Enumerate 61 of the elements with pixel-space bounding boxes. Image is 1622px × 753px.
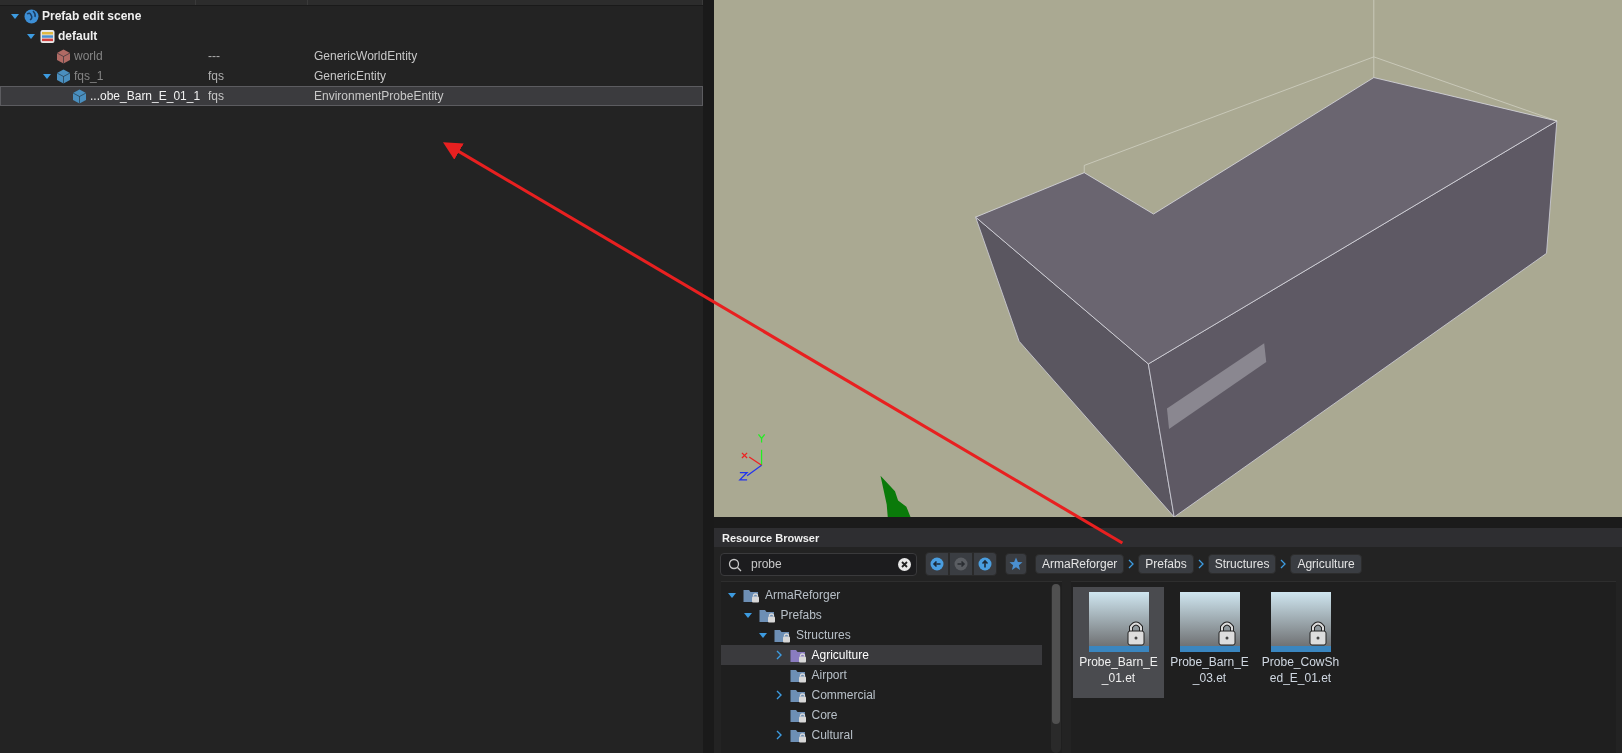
layer-stack-icon (40, 28, 55, 44)
chevron-icon (1279, 559, 1288, 569)
file-tile[interactable]: Probe_CowShed_E_01.et (1255, 587, 1346, 698)
folder-row[interactable]: Structures (721, 625, 1042, 645)
folder-row[interactable]: Prefabs (721, 605, 1042, 625)
folder-name: Commercial (811, 688, 876, 702)
chevron-icon (1127, 559, 1136, 569)
folder-name: Core (811, 708, 838, 722)
hierarchy-row[interactable]: ...obe_Barn_E_01_1 fqs EnvironmentProbeEntity (0, 86, 703, 106)
folder-name: Agriculture (811, 648, 869, 662)
hierarchy-row[interactable]: default (0, 26, 703, 46)
hierarchy-row[interactable]: Prefab edit scene (0, 6, 703, 26)
axis-gizmo-drawing (738, 433, 766, 481)
search-field[interactable]: probe (720, 552, 917, 576)
file-tile[interactable]: Probe_Barn_E_01.et (1073, 587, 1164, 698)
up-arrow-icon (978, 557, 992, 571)
folder-row[interactable]: Agriculture (721, 645, 1042, 665)
entity-name: default (58, 29, 98, 43)
cursor-arrow-icon (880, 475, 911, 517)
back-arrow-icon (930, 557, 944, 571)
breadcrumb-item[interactable]: ArmaReforger (1035, 554, 1125, 574)
chevron-icon (1196, 559, 1205, 569)
forward-arrow-icon (954, 557, 968, 571)
entity-name: ...obe_Barn_E_01_1 (90, 89, 201, 103)
folder-row[interactable]: Core (721, 705, 1042, 725)
breadcrumb-item[interactable]: Structures (1207, 554, 1277, 574)
panel-title: Resource Browser (714, 528, 1622, 547)
table-cell-text: EnvironmentProbeEntity (314, 89, 445, 103)
table-cell-text: fqs (208, 89, 225, 103)
up-arrow-button[interactable] (973, 552, 997, 576)
folder-row[interactable]: Commercial (721, 685, 1042, 705)
locked-thumbnail-icon (1088, 592, 1149, 652)
hierarchy-row[interactable]: fqs_1 fqs GenericEntity (0, 66, 703, 86)
folder-row[interactable]: Cultural (721, 725, 1042, 745)
hierarchy-row[interactable]: world --- GenericWorldEntity (0, 46, 703, 66)
favorite-button[interactable] (1005, 553, 1027, 575)
folder-row[interactable]: Airport (721, 665, 1042, 685)
globe-icon (24, 8, 39, 24)
table-cell-text: GenericEntity (314, 69, 388, 83)
star-icon (1009, 557, 1023, 571)
search-icon (728, 557, 742, 572)
scrollbar[interactable] (1051, 584, 1061, 753)
folder-name: Airport (811, 668, 847, 682)
locked-thumbnail-icon (1179, 592, 1240, 652)
locked-thumbnail-icon (1270, 592, 1331, 652)
table-cell-text: GenericWorldEntity (314, 49, 419, 63)
back-arrow-button[interactable] (925, 552, 949, 576)
entity-name: world (74, 49, 103, 63)
table-cell-text: fqs (208, 69, 225, 83)
clear-icon[interactable] (898, 557, 911, 571)
folder-name: Cultural (811, 728, 853, 742)
entity-name: fqs_1 (74, 69, 104, 83)
folder-name: ArmaReforger (765, 588, 841, 602)
file-tile[interactable]: Probe_Barn_E_03.et (1164, 587, 1255, 698)
breadcrumb-item[interactable]: Prefabs (1138, 554, 1194, 574)
entity-name: Prefab edit scene (42, 9, 142, 23)
folder-name: Structures (796, 628, 851, 642)
folder-row[interactable]: ArmaReforger (721, 585, 1042, 605)
folder-name: Prefabs (780, 608, 822, 622)
table-cell-text: --- (208, 49, 221, 63)
breadcrumb-item[interactable]: Agriculture (1290, 554, 1362, 574)
